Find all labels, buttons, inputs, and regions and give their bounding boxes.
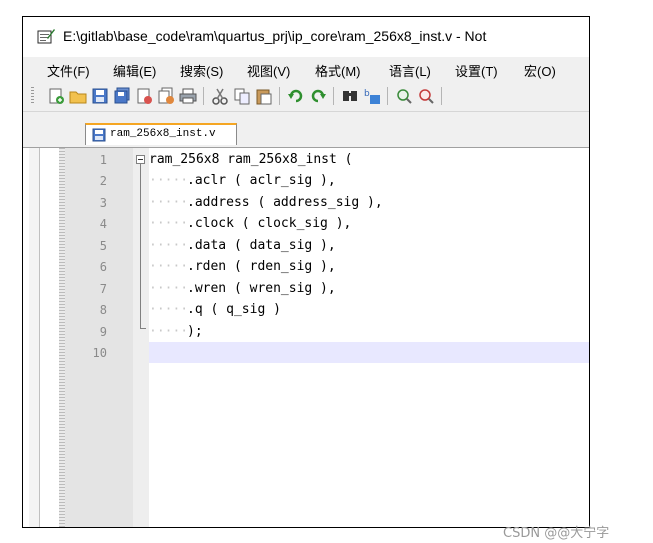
menu-language[interactable]: 语言(L) bbox=[389, 61, 431, 80]
find-icon[interactable] bbox=[341, 87, 359, 105]
code-line[interactable]: ); bbox=[187, 324, 203, 339]
indent-whitespace-marker: ····· bbox=[149, 216, 189, 231]
code-line[interactable]: .clock ( clock_sig ), bbox=[187, 216, 351, 231]
line-number: 10 bbox=[92, 346, 107, 360]
toolbar-separator bbox=[203, 87, 204, 105]
toolbar-separator bbox=[387, 87, 388, 105]
indent-whitespace-marker: ····· bbox=[149, 324, 189, 339]
fold-line bbox=[140, 164, 141, 328]
line-number: 9 bbox=[99, 325, 107, 339]
menu-search[interactable]: 搜索(S) bbox=[180, 61, 223, 80]
zoom-in-icon[interactable] bbox=[395, 87, 413, 105]
redo-icon[interactable] bbox=[309, 87, 327, 105]
line-number: 3 bbox=[99, 196, 107, 210]
fold-margin bbox=[133, 148, 149, 527]
indent-whitespace-marker: ····· bbox=[149, 281, 189, 296]
open-file-icon[interactable] bbox=[69, 87, 87, 105]
code-line[interactable]: .rden ( rden_sig ), bbox=[187, 259, 336, 274]
menu-edit[interactable]: 编辑(E) bbox=[113, 61, 156, 80]
tab-ram-256x8-inst[interactable]: ram_256x8_inst.v bbox=[85, 123, 237, 145]
undo-icon[interactable] bbox=[287, 87, 305, 105]
watermark: CSDN @@大宁字 bbox=[503, 526, 610, 541]
code-line[interactable]: .wren ( wren_sig ), bbox=[187, 281, 336, 296]
fold-end-marker bbox=[140, 328, 146, 329]
paste-icon[interactable] bbox=[255, 87, 273, 105]
code-line[interactable]: .address ( address_sig ), bbox=[187, 195, 383, 210]
current-line-highlight bbox=[149, 342, 589, 363]
replace-icon[interactable]: b bbox=[363, 87, 381, 105]
cut-icon[interactable] bbox=[211, 87, 229, 105]
indent-whitespace-marker: ····· bbox=[149, 259, 189, 274]
file-saved-icon bbox=[92, 128, 106, 142]
code-line[interactable]: .data ( data_sig ), bbox=[187, 238, 336, 253]
code-editor[interactable]: 1 2 3 4 5 6 7 8 9 10 ram_256x8 ram_256x8… bbox=[23, 147, 589, 527]
save-all-icon[interactable] bbox=[113, 87, 131, 105]
menu-view[interactable]: 视图(V) bbox=[247, 61, 290, 80]
code-line[interactable]: .q ( q_sig ) bbox=[187, 302, 281, 317]
line-number: 7 bbox=[99, 282, 107, 296]
fold-toggle-icon[interactable] bbox=[136, 155, 145, 164]
line-number: 4 bbox=[99, 217, 107, 231]
toolbar-separator bbox=[333, 87, 334, 105]
close-file-icon[interactable] bbox=[135, 87, 153, 105]
svg-text:b: b bbox=[364, 89, 370, 99]
menu-file[interactable]: 文件(F) bbox=[47, 61, 90, 80]
editor-window: E:\gitlab\base_code\ram\quartus_prj\ip_c… bbox=[22, 16, 590, 528]
menu-format[interactable]: 格式(M) bbox=[315, 61, 361, 80]
code-line[interactable]: .aclr ( aclr_sig ), bbox=[187, 173, 336, 188]
indent-whitespace-marker: ····· bbox=[149, 302, 189, 317]
new-file-icon[interactable] bbox=[47, 87, 65, 105]
line-number: 5 bbox=[99, 239, 107, 253]
menu-bar: 文件(F) 编辑(E) 搜索(S) 视图(V) 格式(M) 语言(L) 设置(T… bbox=[23, 57, 589, 81]
indent-whitespace-marker: ····· bbox=[149, 238, 189, 253]
toolbar-grip[interactable] bbox=[31, 87, 34, 105]
line-number: 2 bbox=[99, 174, 107, 188]
side-panel-strip bbox=[29, 148, 40, 527]
line-number: 8 bbox=[99, 303, 107, 317]
print-icon[interactable] bbox=[179, 87, 197, 105]
window-title: E:\gitlab\base_code\ram\quartus_prj\ip_c… bbox=[63, 28, 487, 44]
menu-settings[interactable]: 设置(T) bbox=[455, 61, 498, 80]
line-number: 1 bbox=[99, 153, 107, 167]
zoom-out-icon[interactable] bbox=[417, 87, 435, 105]
line-number: 6 bbox=[99, 260, 107, 274]
save-icon[interactable] bbox=[91, 87, 109, 105]
close-all-icon[interactable] bbox=[157, 87, 175, 105]
menu-macro[interactable]: 宏(O) bbox=[524, 61, 556, 80]
toolbar: b bbox=[23, 81, 589, 112]
indent-whitespace-marker: ····· bbox=[149, 195, 189, 210]
code-line[interactable]: ram_256x8 ram_256x8_inst ( bbox=[149, 152, 353, 167]
tab-label: ram_256x8_inst.v bbox=[110, 128, 216, 140]
copy-icon[interactable] bbox=[233, 87, 251, 105]
notepad-app-icon bbox=[37, 29, 55, 44]
toolbar-separator bbox=[441, 87, 442, 105]
title-bar: E:\gitlab\base_code\ram\quartus_prj\ip_c… bbox=[23, 17, 589, 57]
toolbar-separator bbox=[279, 87, 280, 105]
indent-whitespace-marker: ····· bbox=[149, 173, 189, 188]
